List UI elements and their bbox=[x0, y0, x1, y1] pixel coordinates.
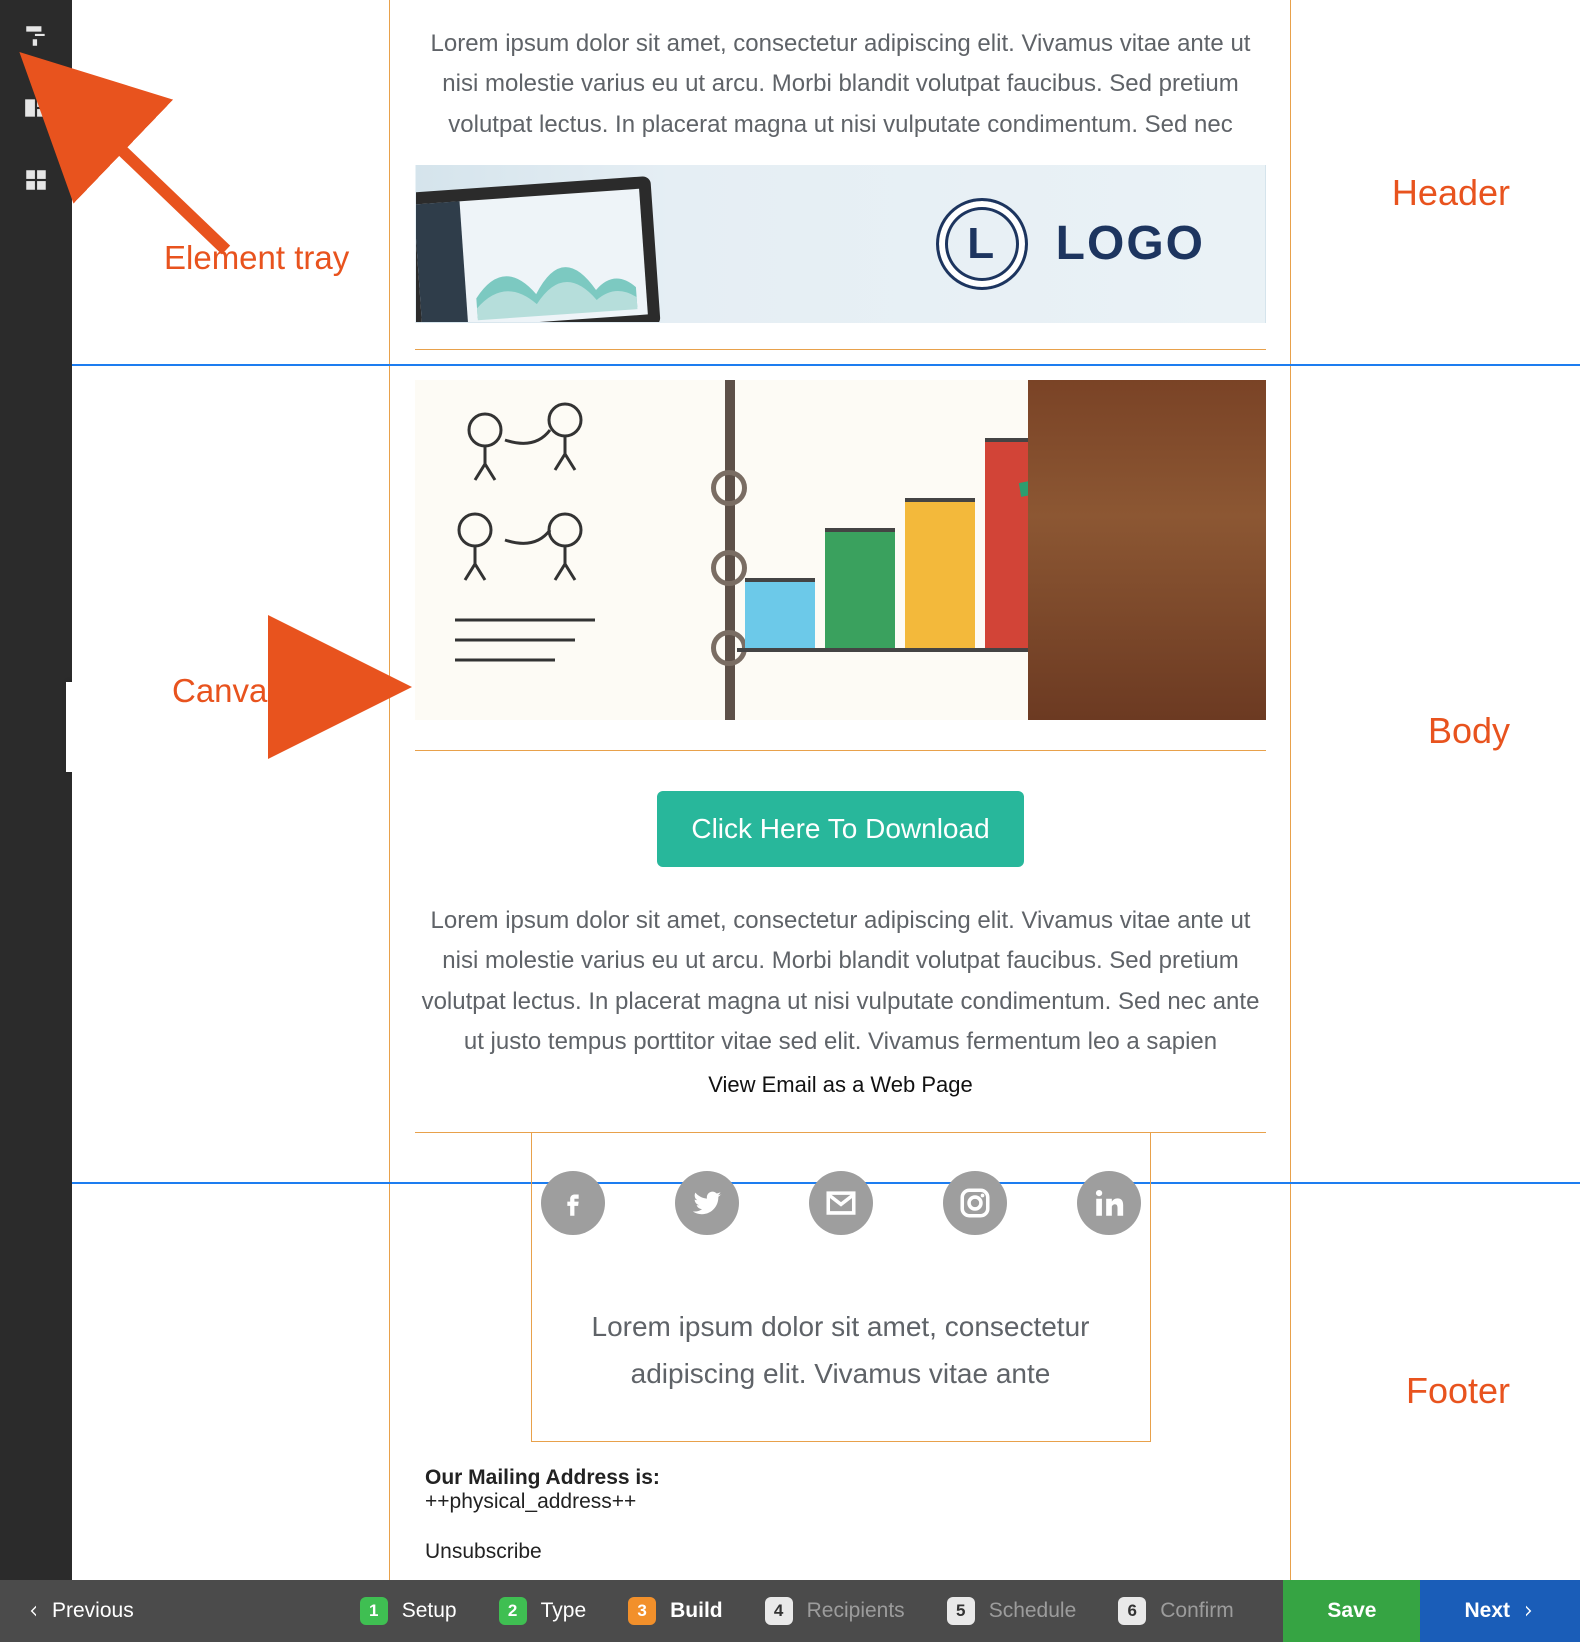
previous-label: Previous bbox=[52, 1599, 134, 1623]
chevron-right-icon bbox=[1520, 1603, 1536, 1619]
tool-paint-roller[interactable] bbox=[0, 0, 72, 72]
step-badge: 2 bbox=[499, 1597, 527, 1625]
step-badge: 5 bbox=[947, 1597, 975, 1625]
save-label: Save bbox=[1327, 1599, 1376, 1623]
wizard-stepbar: Previous 1 Setup 2 Type 3 Build 4 Recipients… bbox=[0, 1580, 1580, 1642]
body-divider-top bbox=[415, 349, 1266, 350]
tool-layout-columns[interactable] bbox=[0, 72, 72, 144]
social-instagram-icon[interactable] bbox=[943, 1171, 1007, 1235]
step-label: Type bbox=[541, 1599, 587, 1623]
step-label: Recipients bbox=[807, 1599, 905, 1623]
step-label: Build bbox=[670, 1599, 723, 1623]
callout-canvas: Canvas bbox=[172, 672, 284, 710]
step-badge: 4 bbox=[765, 1597, 793, 1625]
logo-banner-image[interactable]: L LOGO bbox=[415, 165, 1266, 323]
step-schedule[interactable]: 5 Schedule bbox=[947, 1597, 1077, 1625]
wizard-steps: 1 Setup 2 Type 3 Build 4 Recipients 5 Schedul… bbox=[360, 1597, 1234, 1625]
grid-icon bbox=[23, 167, 49, 193]
step-type[interactable]: 2 Type bbox=[499, 1597, 587, 1625]
logo-text: LOGO bbox=[1056, 216, 1205, 271]
paint-roller-icon bbox=[23, 23, 49, 49]
social-facebook-icon[interactable] bbox=[541, 1171, 605, 1235]
mailing-value: ++physical_address++ bbox=[425, 1490, 636, 1513]
social-linkedin-icon[interactable] bbox=[1077, 1171, 1141, 1235]
mailing-label: Our Mailing Address is: bbox=[425, 1466, 660, 1489]
zone-label-body: Body bbox=[1428, 710, 1510, 752]
step-label: Schedule bbox=[989, 1599, 1077, 1623]
logo-brand: L LOGO bbox=[936, 198, 1205, 290]
tool-grid[interactable] bbox=[0, 144, 72, 216]
body-text-block[interactable]: Lorem ipsum dolor sit amet, consectetur … bbox=[419, 901, 1262, 1062]
logo-mark-letter: L bbox=[967, 219, 996, 269]
cta-download-button[interactable]: Click Here To Download bbox=[657, 791, 1023, 867]
step-badge: 1 bbox=[360, 1597, 388, 1625]
step-label: Confirm bbox=[1160, 1599, 1234, 1623]
step-badge: 6 bbox=[1118, 1597, 1146, 1625]
hero-image[interactable] bbox=[415, 380, 1266, 720]
chevron-left-icon bbox=[26, 1603, 42, 1619]
step-badge: 3 bbox=[628, 1597, 656, 1625]
save-button[interactable]: Save bbox=[1283, 1580, 1420, 1642]
previous-button[interactable]: Previous bbox=[0, 1580, 160, 1642]
body-divider-bottom bbox=[415, 750, 1266, 751]
laptop-graphic-icon bbox=[415, 165, 742, 323]
step-label: Setup bbox=[402, 1599, 457, 1623]
header-text-block[interactable]: Lorem ipsum dolor sit amet, consectetur … bbox=[421, 24, 1260, 145]
social-email-icon[interactable] bbox=[809, 1171, 873, 1235]
zone-label-footer: Footer bbox=[1406, 1370, 1510, 1412]
footer-center-text[interactable]: Lorem ipsum dolor sit amet, consectetur … bbox=[531, 1269, 1151, 1442]
notebook-sketch-icon bbox=[415, 380, 735, 720]
footer-section: Lorem ipsum dolor sit amet, consectetur … bbox=[391, 1132, 1290, 1634]
element-tray-sidebar bbox=[0, 0, 72, 1580]
zone-label-header: Header bbox=[1392, 172, 1510, 214]
social-row bbox=[531, 1133, 1151, 1269]
unsubscribe-link[interactable]: Unsubscribe bbox=[425, 1540, 542, 1563]
email-canvas[interactable]: Lorem ipsum dolor sit amet, consectetur … bbox=[390, 0, 1290, 1580]
step-setup[interactable]: 1 Setup bbox=[360, 1597, 457, 1625]
next-label: Next bbox=[1464, 1599, 1510, 1623]
layout-columns-icon bbox=[23, 95, 49, 121]
step-recipients[interactable]: 4 Recipients bbox=[765, 1597, 905, 1625]
social-twitter-icon[interactable] bbox=[675, 1171, 739, 1235]
logo-mark-icon: L bbox=[936, 198, 1028, 290]
arrow-to-tray-icon bbox=[86, 110, 246, 260]
callout-canvas-label: Canvas bbox=[172, 672, 284, 710]
editor-stage: Header Body Footer Element tray Canvas L… bbox=[72, 0, 1580, 1580]
step-confirm[interactable]: 6 Confirm bbox=[1118, 1597, 1234, 1625]
view-as-webpage-link[interactable]: View Email as a Web Page bbox=[391, 1072, 1290, 1098]
canvas-border-right bbox=[1290, 0, 1291, 1580]
step-build[interactable]: 3 Build bbox=[628, 1597, 723, 1625]
next-button[interactable]: Next bbox=[1420, 1580, 1580, 1642]
